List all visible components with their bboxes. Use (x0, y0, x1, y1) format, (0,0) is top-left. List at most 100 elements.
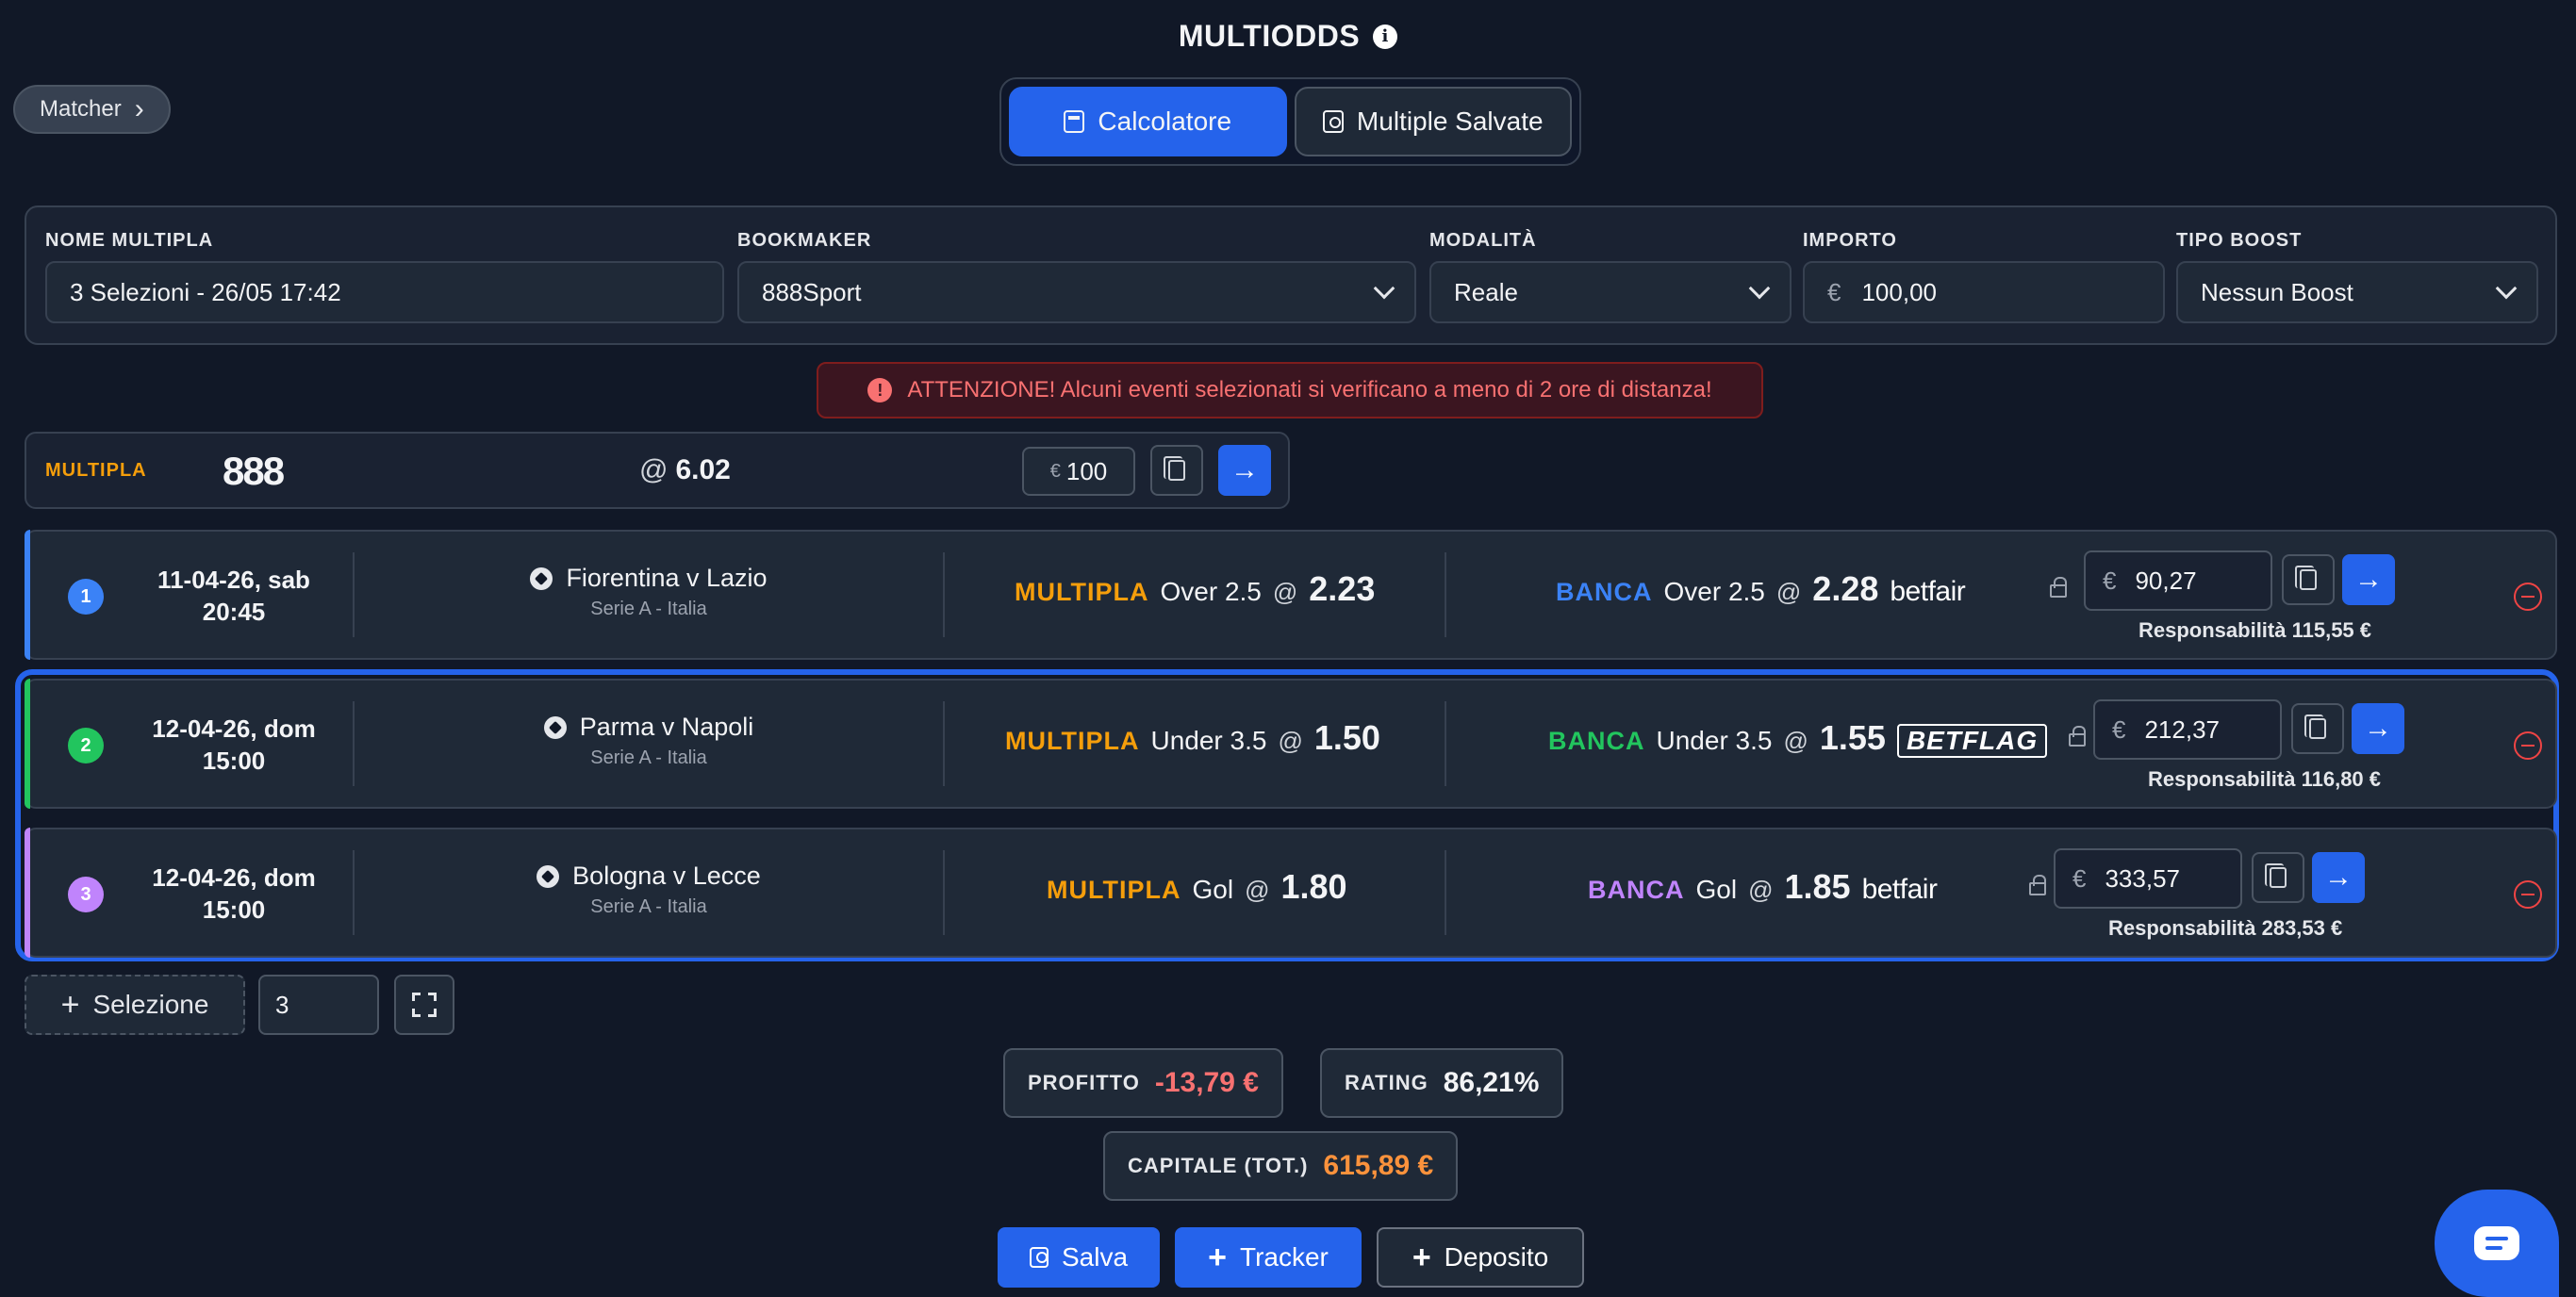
multipla-stake-input[interactable]: € 100 (1022, 447, 1135, 496)
selection-number: 2 (68, 728, 104, 763)
stake-currency: € (2112, 714, 2126, 744)
lay-stake-input[interactable]: €333,57 (2054, 848, 2242, 909)
multipla-copy-button[interactable] (1150, 445, 1203, 496)
boost-select[interactable]: Nessun Boost (2176, 261, 2538, 323)
fullscreen-button[interactable] (394, 975, 454, 1035)
unlock-icon[interactable] (2069, 726, 2086, 747)
soccer-ball-icon (543, 715, 567, 739)
page-title-text: MULTIODDS (1178, 19, 1361, 53)
boost-value: Nessun Boost (2201, 277, 2353, 306)
copy-button[interactable] (2291, 703, 2344, 754)
at-symbol: @ (1278, 727, 1303, 755)
profit-value: -13,79 € (1154, 1067, 1259, 1098)
mode-select[interactable]: Reale (1429, 261, 1792, 323)
rating-label: RATING (1345, 1071, 1428, 1094)
lay-label: BANCA (1588, 876, 1685, 904)
back-label: MULTIPLA (1047, 876, 1181, 904)
back-market: Gol (1192, 875, 1234, 904)
mode-value: Reale (1454, 277, 1518, 306)
arrow-right-icon: → (1230, 454, 1259, 485)
divider (353, 850, 355, 935)
remove-selection-icon[interactable] (2514, 583, 2542, 611)
row-color-bar (25, 828, 30, 958)
tab-calcolatore-label: Calcolatore (1098, 107, 1232, 136)
event-info: Parma v Napoli Serie A - Italia (356, 713, 941, 769)
divider (1445, 850, 1446, 935)
rating-value: 86,21% (1443, 1067, 1540, 1098)
chevron-down-icon (2495, 277, 2518, 300)
add-selection-button[interactable]: + Selezione (25, 975, 245, 1035)
matcher-button[interactable]: Matcher › (13, 85, 171, 134)
chevron-down-icon (1373, 277, 1395, 300)
remove-selection-icon[interactable] (2514, 731, 2542, 760)
alert-icon: ! (867, 378, 893, 402)
capital-stat: CAPITALE (TOT.) 615,89 € (1103, 1131, 1459, 1201)
lay-stake-input[interactable]: €212,37 (2093, 699, 2282, 760)
event-league: Serie A - Italia (590, 747, 707, 768)
arrow-right-icon: → (2354, 564, 2383, 595)
tracker-button[interactable]: + Tracker (1175, 1227, 1362, 1288)
copy-button[interactable] (2282, 554, 2335, 605)
tab-calcolatore[interactable]: Calcolatore (1009, 87, 1287, 156)
go-button[interactable]: → (2352, 703, 2404, 754)
amount-input[interactable]: €100,00 (1803, 261, 2165, 323)
plus-icon: + (1208, 1240, 1227, 1275)
name-label: NOME MULTIPLA (45, 230, 214, 251)
back-odds: 1.50 (1313, 718, 1380, 757)
event-info: Bologna v Lecce Serie A - Italia (356, 862, 941, 918)
name-input[interactable]: 3 Selezioni - 26/05 17:42 (45, 261, 724, 323)
lay-bet: BANCA Under 3.5 @ 1.55 BETFLAG (1548, 718, 2048, 758)
go-button[interactable]: → (2342, 554, 2395, 605)
lay-stake-input[interactable]: €90,27 (2084, 550, 2272, 611)
amount-currency: € (1827, 277, 1841, 306)
tab-multiple-salvate[interactable]: Multiple Salvate (1294, 87, 1572, 156)
save-icon (1029, 1247, 1049, 1268)
event-datetime: 12-04-26, dom 15:00 (130, 862, 338, 926)
divider (353, 552, 355, 637)
lay-odds: 2.28 (1812, 569, 1879, 608)
event-league: Serie A - Italia (590, 896, 707, 917)
event-name: Bologna v Lecce (572, 862, 761, 890)
divider (353, 701, 355, 786)
event-time: 20:45 (202, 598, 266, 626)
lay-bet: BANCA Over 2.5 @ 2.28 betfair (1556, 569, 1966, 609)
selection-row-2: 2 12-04-26, dom 15:00 Parma v Napoli Seri… (25, 679, 2557, 809)
multipla-go-button[interactable]: → (1218, 445, 1271, 496)
deposit-button[interactable]: + Deposito (1377, 1227, 1584, 1288)
lay-market: Over 2.5 (1663, 577, 1765, 606)
divider (943, 850, 945, 935)
bookmaker-select[interactable]: 888Sport (737, 261, 1416, 323)
exchange-logo-betfair: betfair (1890, 576, 1966, 607)
multipla-summary: MULTIPLA 888 @ 6.02 € 100 → (25, 432, 1290, 509)
save-label: Salva (1061, 1242, 1129, 1272)
lay-market: Under 3.5 (1656, 726, 1773, 755)
go-button[interactable]: → (2312, 852, 2365, 903)
save-button[interactable]: Salva (998, 1227, 1160, 1288)
selection-row-1: 1 11-04-26, sab 20:45 Fiorentina v Lazio … (25, 530, 2557, 660)
event-datetime: 12-04-26, dom 15:00 (130, 713, 338, 777)
bookmaker-field-group: BOOKMAKER 888Sport (737, 230, 1416, 323)
at-symbol: @ (1748, 876, 1774, 904)
event-time: 15:00 (202, 895, 266, 924)
remove-selection-icon[interactable] (2514, 880, 2542, 909)
divider (943, 701, 945, 786)
amount-value: 100,00 (1861, 277, 1937, 306)
event-league: Serie A - Italia (590, 599, 707, 619)
unlock-icon[interactable] (2050, 577, 2067, 598)
info-icon[interactable]: i (1373, 24, 1398, 49)
event-name: Parma v Napoli (579, 713, 754, 741)
event-info: Fiorentina v Lazio Serie A - Italia (356, 564, 941, 620)
unlock-icon[interactable] (2029, 875, 2046, 895)
chat-icon (2474, 1226, 2519, 1260)
plus-icon: + (1412, 1240, 1431, 1275)
divider (943, 552, 945, 637)
exchange-logo-betflag: BETFLAG (1896, 724, 2048, 758)
chat-widget-button[interactable] (2435, 1190, 2559, 1297)
chevron-down-icon (1748, 277, 1771, 300)
selection-count-input[interactable]: 3 (258, 975, 379, 1035)
back-bet: MULTIPLA Over 2.5 @ 2.23 (1015, 569, 1375, 609)
profit-stat: PROFITTO -13,79 € (1003, 1048, 1283, 1118)
event-date: 11-04-26, sab (157, 566, 310, 594)
multipla-odds-value: 6.02 (675, 454, 731, 485)
copy-button[interactable] (2252, 852, 2304, 903)
